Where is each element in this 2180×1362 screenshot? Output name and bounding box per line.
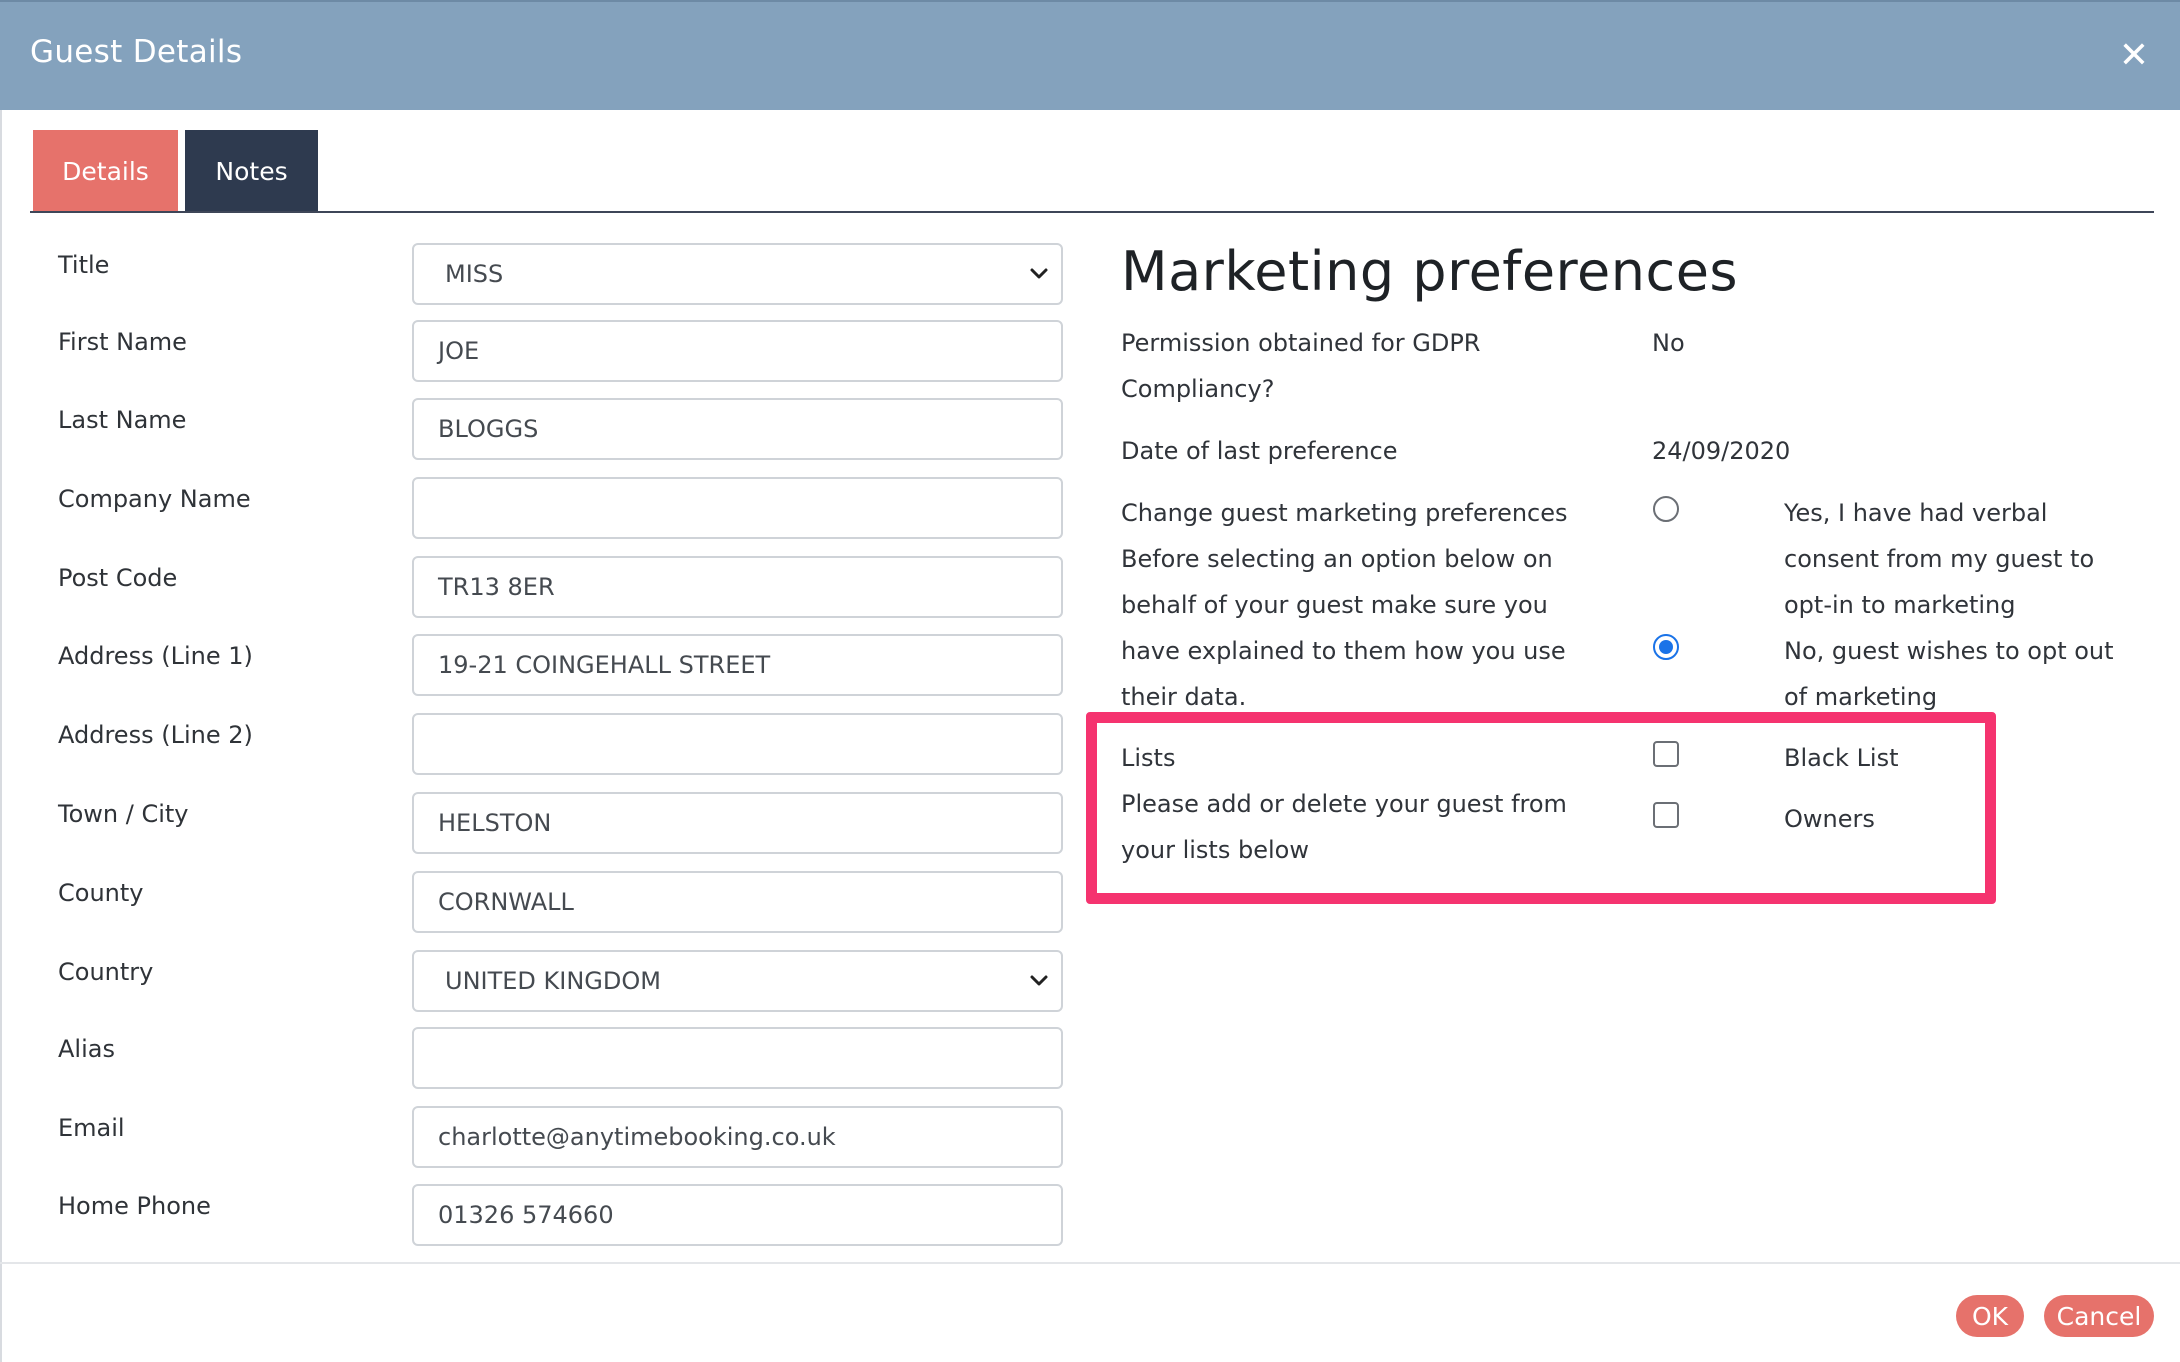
email-input[interactable]: charlotte@anytimebooking.co.uk	[412, 1106, 1063, 1168]
form-row-company-name: Company Name	[0, 477, 1070, 539]
post-code-input[interactable]: TR13 8ER	[412, 556, 1063, 618]
cancel-button[interactable]: Cancel	[2044, 1295, 2154, 1337]
county-input[interactable]: CORNWALL	[412, 871, 1063, 933]
email-label: Email	[58, 1114, 125, 1142]
last-preference-value: 24/09/2020	[1652, 437, 1791, 465]
form-row-country: Country UNITED KINGDOM	[0, 950, 1070, 1012]
last-name-label: Last Name	[58, 406, 187, 434]
gdpr-label: Permission obtained for GDPR Compliancy?	[1121, 329, 1481, 403]
country-select-value: UNITED KINGDOM	[445, 967, 661, 995]
form-row-title: Title MISS	[0, 243, 1070, 305]
form-row-first-name: First Name JOE	[0, 320, 1070, 382]
first-name-input[interactable]: JOE	[412, 320, 1063, 382]
form-row-home-phone: Home Phone 01326 574660	[0, 1184, 1070, 1246]
form-row-last-name: Last Name BLOGGS	[0, 398, 1070, 460]
form-row-county: County CORNWALL	[0, 871, 1070, 933]
alias-input[interactable]	[412, 1027, 1063, 1089]
company-name-input[interactable]	[412, 477, 1063, 539]
last-preference-label: Date of last preference	[1121, 437, 1398, 465]
country-label: Country	[58, 958, 154, 986]
change-preferences-label: Change guest marketing preferences	[1121, 499, 1568, 527]
dialog-header: Guest Details ✕	[0, 0, 2180, 110]
form-row-address-line-2: Address (Line 2)	[0, 713, 1070, 775]
chevron-down-icon	[1030, 268, 1048, 279]
last-name-input[interactable]: BLOGGS	[412, 398, 1063, 460]
title-select-value: MISS	[445, 260, 504, 288]
form-row-town-city: Town / City HELSTON	[0, 792, 1070, 854]
opt-in-radio[interactable]	[1653, 496, 1679, 522]
marketing-title: Marketing preferences	[1121, 240, 1739, 303]
alias-label: Alias	[58, 1035, 115, 1063]
form-row-alias: Alias	[0, 1027, 1070, 1089]
first-name-label: First Name	[58, 328, 187, 356]
gdpr-value: No	[1652, 329, 1685, 357]
dialog-title: Guest Details	[30, 34, 243, 70]
tab-notes[interactable]: Notes	[185, 130, 318, 212]
home-phone-label: Home Phone	[58, 1192, 211, 1220]
tab-details-label: Details	[62, 156, 149, 186]
address-line-2-input[interactable]	[412, 713, 1063, 775]
title-label: Title	[58, 251, 110, 279]
change-preferences-help: Before selecting an option below on beha…	[1121, 545, 1566, 711]
post-code-label: Post Code	[58, 564, 178, 592]
tab-details[interactable]: Details	[33, 130, 178, 212]
highlight-annotation	[1086, 712, 1996, 904]
tab-divider	[30, 211, 2154, 213]
chevron-down-icon	[1030, 975, 1048, 986]
address-line-1-label: Address (Line 1)	[58, 642, 253, 670]
opt-in-label: Yes, I have had verbal consent from my g…	[1784, 499, 2095, 619]
country-select[interactable]: UNITED KINGDOM	[412, 950, 1063, 1012]
tab-notes-label: Notes	[215, 156, 288, 186]
title-select[interactable]: MISS	[412, 243, 1063, 305]
home-phone-input[interactable]: 01326 574660	[412, 1184, 1063, 1246]
form-row-address-line-1: Address (Line 1) 19-21 COINGEHALL STREET	[0, 634, 1070, 696]
ok-button[interactable]: OK	[1956, 1295, 2024, 1337]
form-row-email: Email charlotte@anytimebooking.co.uk	[0, 1106, 1070, 1168]
opt-out-radio[interactable]	[1653, 634, 1679, 660]
footer-divider	[0, 1262, 2180, 1264]
town-city-label: Town / City	[58, 800, 189, 828]
form-row-post-code: Post Code TR13 8ER	[0, 556, 1070, 618]
county-label: County	[58, 879, 144, 907]
address-line-2-label: Address (Line 2)	[58, 721, 253, 749]
opt-out-label: No, guest wishes to opt out of marketing	[1784, 637, 2114, 711]
address-line-1-input[interactable]: 19-21 COINGEHALL STREET	[412, 634, 1063, 696]
company-name-label: Company Name	[58, 485, 251, 513]
town-city-input[interactable]: HELSTON	[412, 792, 1063, 854]
close-icon[interactable]: ✕	[2116, 38, 2152, 74]
